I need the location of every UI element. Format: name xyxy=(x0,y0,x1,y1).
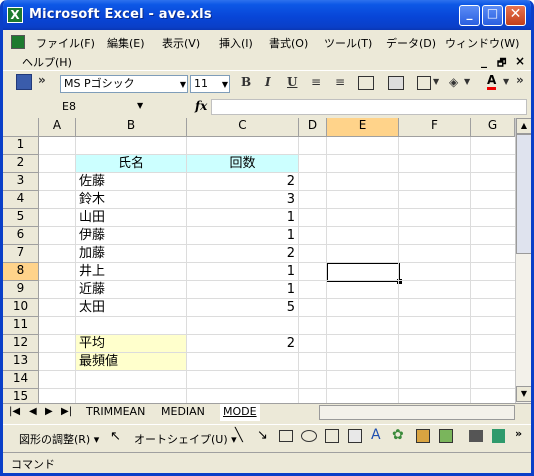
menu-window[interactable]: ウィンドウ(W) xyxy=(445,35,519,51)
window-title: Microsoft Excel - ave.xls xyxy=(29,7,212,22)
formula-input[interactable] xyxy=(211,99,527,115)
menu-data[interactable]: データ(D) xyxy=(386,35,436,51)
formula-bar: E8 ▼ fx xyxy=(3,97,531,117)
chevron-down-icon: ▼ xyxy=(221,80,228,89)
status-bar: コマンド xyxy=(3,452,531,473)
font-size-value: 11 xyxy=(194,77,208,90)
oval-icon[interactable] xyxy=(301,430,317,442)
doc-minimize-button[interactable]: _ xyxy=(481,54,487,68)
drawing-toolbar: 図形の調整(R) ▾ ↖ オートシェイプ(U) ▾ ╲ ↘ A ✿ » xyxy=(3,424,531,450)
bold-button[interactable]: B xyxy=(241,75,251,89)
3d-icon[interactable] xyxy=(492,429,505,443)
menu-tools[interactable]: ツール(T) xyxy=(324,35,372,51)
toolbar-chevron-icon[interactable]: » xyxy=(38,73,46,87)
scroll-up-button[interactable]: ▲ xyxy=(516,118,531,134)
fill-color-icon[interactable]: ◈ xyxy=(449,75,458,89)
maximize-button[interactable]: □ xyxy=(482,5,503,26)
doc-close-button[interactable]: × xyxy=(515,54,525,68)
sheet-tab-trimmean[interactable]: TRIMMEAN xyxy=(83,404,148,421)
textbox-icon[interactable] xyxy=(325,429,339,443)
menu-help[interactable]: ヘルプ(H) xyxy=(22,54,72,70)
sheet-tab-mode[interactable]: MODE xyxy=(220,404,260,421)
menu-edit[interactable]: 編集(E) xyxy=(107,35,145,51)
font-size-select[interactable]: 11 ▼ xyxy=(190,75,230,93)
chevron-down-icon[interactable]: ▼ xyxy=(433,77,439,86)
excel-window: X Microsoft Excel - ave.xls _ □ ✕ ファイル(F… xyxy=(0,0,534,476)
wordart-icon[interactable]: A xyxy=(371,427,381,443)
chevron-down-icon[interactable]: ▼ xyxy=(503,77,509,86)
borders-icon[interactable] xyxy=(417,76,431,90)
excel-icon[interactable]: X xyxy=(7,7,23,23)
insert-function-icon[interactable]: fx xyxy=(195,99,207,113)
diagram-icon[interactable]: ✿ xyxy=(392,427,404,443)
merge-center-icon[interactable] xyxy=(358,76,374,90)
rectangle-icon[interactable] xyxy=(279,430,293,442)
menu-view[interactable]: 表示(V) xyxy=(162,35,200,51)
title-bar[interactable]: X Microsoft Excel - ave.xls _ □ ✕ xyxy=(3,0,531,30)
underline-button[interactable]: U xyxy=(287,75,297,89)
last-sheet-button[interactable]: ▶| xyxy=(61,406,72,417)
menu-bar: ファイル(F) 編集(E) 表示(V) 挿入(I) 書式(O) ツール(T) デ… xyxy=(3,30,531,70)
arrow-icon[interactable]: ↘ xyxy=(257,428,268,443)
close-button[interactable]: ✕ xyxy=(505,5,526,26)
next-sheet-button[interactable]: ▶ xyxy=(45,406,53,417)
line-icon[interactable]: ╲ xyxy=(235,428,243,443)
prev-sheet-button[interactable]: ◀ xyxy=(29,406,37,417)
toolbar-more-icon[interactable]: » xyxy=(515,427,522,440)
currency-icon[interactable] xyxy=(388,76,404,90)
select-objects-icon[interactable]: ↖ xyxy=(110,429,121,444)
status-text: コマンド xyxy=(11,458,55,471)
autoshapes-button[interactable]: オートシェイプ(U) ▾ xyxy=(134,431,237,447)
name-box[interactable]: E8 xyxy=(12,99,152,115)
font-color-icon[interactable]: A xyxy=(487,73,497,90)
menu-insert[interactable]: 挿入(I) xyxy=(219,35,253,51)
draw-menu-button[interactable]: 図形の調整(R) ▾ xyxy=(19,431,99,447)
shadow-icon[interactable] xyxy=(469,430,483,442)
font-name-select[interactable]: MS Pゴシック ▼ xyxy=(60,75,188,93)
vertical-scrollbar[interactable]: ▲ ▼ xyxy=(515,118,531,403)
sheet-tab-median[interactable]: MEDIAN xyxy=(158,404,208,421)
toolbar-more-icon[interactable]: » xyxy=(516,73,524,87)
scroll-down-button[interactable]: ▼ xyxy=(516,386,531,402)
spreadsheet-grid[interactable]: A B C D E F G 1 2 3 4 5 6 7 8 9 10 11 12… xyxy=(3,118,515,403)
italic-button[interactable]: I xyxy=(265,75,271,89)
clipart-icon[interactable] xyxy=(416,429,430,443)
chevron-down-icon[interactable]: ▼ xyxy=(137,101,143,110)
minimize-button[interactable]: _ xyxy=(459,5,480,26)
gridlines xyxy=(39,137,515,403)
chevron-down-icon[interactable]: ▼ xyxy=(464,77,470,86)
formatting-toolbar: » MS Pゴシック ▼ 11 ▼ B I U ≡ ≡ ▼ ◈ ▼ A ▼ » xyxy=(3,70,531,96)
sheet-tab-bar: |◀ ◀ ▶ ▶| TRIMMEAN MEDIAN MODE xyxy=(3,403,531,421)
horizontal-scrollbar[interactable] xyxy=(319,405,515,420)
font-name-value: MS Pゴシック xyxy=(64,77,135,90)
align-center-icon[interactable]: ≡ xyxy=(335,75,345,89)
menu-file[interactable]: ファイル(F) xyxy=(36,35,95,51)
document-icon[interactable] xyxy=(11,35,25,49)
align-left-icon[interactable]: ≡ xyxy=(311,75,321,89)
chevron-down-icon: ▼ xyxy=(179,80,186,89)
scroll-thumb[interactable] xyxy=(516,134,531,254)
first-sheet-button[interactable]: |◀ xyxy=(9,406,20,417)
menu-format[interactable]: 書式(O) xyxy=(269,35,308,51)
picture-icon[interactable] xyxy=(439,429,453,443)
vertical-textbox-icon[interactable] xyxy=(348,429,362,443)
save-icon[interactable] xyxy=(16,74,32,90)
